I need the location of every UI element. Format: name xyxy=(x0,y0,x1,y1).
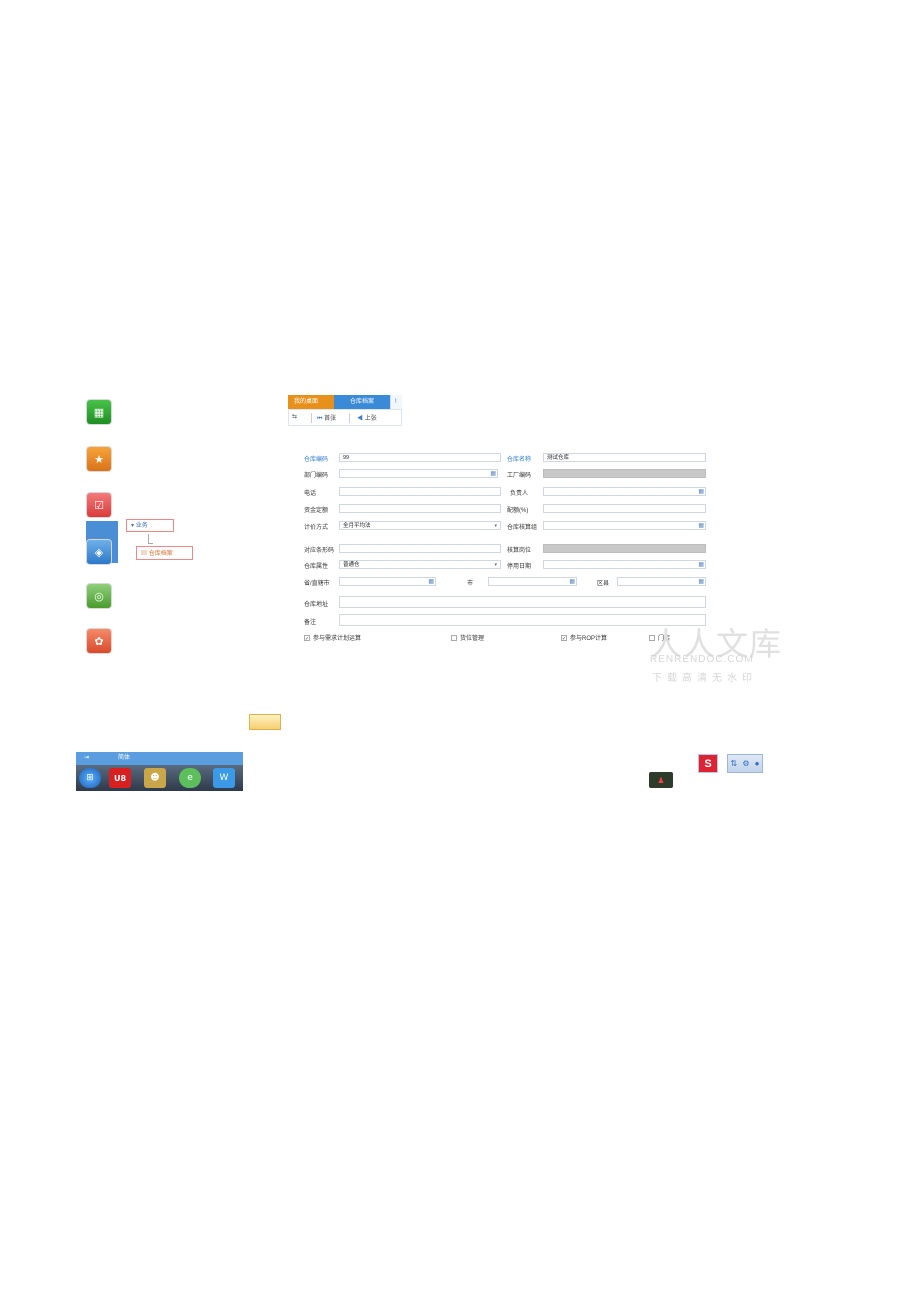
browser-icon[interactable]: ◎ xyxy=(87,584,111,608)
checkbox-checked-icon: ✓ xyxy=(304,635,310,643)
mrp-checkbox[interactable]: ✓ 参与需求计划运算 xyxy=(304,633,361,642)
fund-quota-label: 资金定额 xyxy=(304,508,329,514)
input-toolbar[interactable]: ⇅ ⚙ ● xyxy=(727,754,763,773)
checkbox-checked-icon: ✓ xyxy=(561,635,567,643)
dept-code-field[interactable]: ▦ xyxy=(339,469,498,478)
ratio-field[interactable] xyxy=(543,504,706,513)
chevron-down-icon: ▾ xyxy=(494,523,497,529)
dept-code-label: 部门编码 xyxy=(304,473,329,479)
browser-taskbar-icon[interactable]: e xyxy=(179,768,201,788)
tab-warehouse-archive[interactable]: 仓库档案 xyxy=(334,395,390,409)
calendar-icon[interactable]: ▦ xyxy=(698,561,704,568)
city-label: 市 xyxy=(467,581,474,587)
prev-icon: ◀ xyxy=(357,416,364,422)
qq-tray-icon[interactable]: ♟ xyxy=(649,772,673,788)
start-icon[interactable]: ⊞ xyxy=(79,768,101,788)
rop-checkbox[interactable]: ✓ 参与ROP计算 xyxy=(561,633,607,642)
first-record-button[interactable]: ⏮ 首张 xyxy=(317,413,336,423)
attr-label: 仓库属性 xyxy=(304,564,329,570)
location-mgmt-checkbox[interactable]: 货位管理 xyxy=(451,633,484,642)
chevron-down-icon: ▾ xyxy=(131,523,135,529)
wps-icon[interactable]: W xyxy=(213,768,235,788)
calendar-icon[interactable]: ▦ xyxy=(490,470,496,477)
pin-icon[interactable]: ⇥ xyxy=(84,752,89,765)
warehouse-code-label: 仓库编码 xyxy=(304,457,329,463)
province-label: 省/直辖市 xyxy=(304,581,330,587)
district-label: 区县 xyxy=(597,581,610,587)
qq-game-icon[interactable]: ☻ xyxy=(144,768,166,788)
valuation-select[interactable]: 全月平均法 ▾ xyxy=(339,521,501,530)
manager-field[interactable]: ▦ xyxy=(543,487,706,496)
accounting-group-field[interactable]: ▦ xyxy=(543,521,706,530)
tasks-icon[interactable]: ☑ xyxy=(87,493,111,517)
ratio-label: 配额(%) xyxy=(507,508,529,514)
post-label: 核算岗位 xyxy=(507,548,532,554)
document-icon: ▤ xyxy=(141,551,148,557)
settings-icon: ⚙ xyxy=(742,759,750,768)
calendar-icon[interactable]: ▦ xyxy=(698,522,704,529)
phone-label: 电话 xyxy=(304,491,317,497)
post-field xyxy=(543,544,706,553)
calendar-icon[interactable]: ▦ xyxy=(569,578,575,585)
valuation-label: 计价方式 xyxy=(304,525,329,531)
phone-field[interactable] xyxy=(339,487,501,496)
tree-group-business[interactable]: ▾ 业务 xyxy=(126,519,174,532)
barcode-field[interactable] xyxy=(339,544,501,553)
toolbar-divider xyxy=(311,413,312,423)
address-field[interactable] xyxy=(339,596,706,608)
tree-group-label: 业务 xyxy=(135,523,148,529)
watermark-domain: RENRENDOC.COM xyxy=(650,654,754,665)
factory-code-field xyxy=(543,469,706,478)
tab-more[interactable]: ! xyxy=(390,395,402,409)
tree-item-warehouse[interactable]: ▤ 仓库档案 xyxy=(136,546,193,560)
remark-label: 备注 xyxy=(304,620,317,626)
fund-quota-field[interactable] xyxy=(339,504,501,513)
barcode-label: 对应条形码 xyxy=(304,548,335,554)
tree-item-label: 仓库档案 xyxy=(148,551,173,557)
factory-code-label: 工厂编码 xyxy=(507,473,532,479)
chevron-down-icon: ▾ xyxy=(494,562,497,568)
business-icon[interactable]: ◈ xyxy=(87,540,111,564)
district-field[interactable]: ▦ xyxy=(617,577,706,586)
u8-icon[interactable]: U8 xyxy=(109,768,131,788)
city-field[interactable]: ▦ xyxy=(488,577,577,586)
disable-date-label: 停用日期 xyxy=(507,564,532,570)
tree-connector xyxy=(148,534,153,544)
accounting-group-label: 仓库核算组 xyxy=(507,525,538,531)
favorites-star-icon[interactable]: ★ xyxy=(87,447,111,471)
warehouse-name-field[interactable]: 测试仓库 xyxy=(543,453,706,462)
calendar-icon[interactable]: ▦ xyxy=(428,578,434,585)
province-field[interactable]: ▦ xyxy=(339,577,436,586)
taskbar-header: ⇥ 简体 xyxy=(76,752,243,765)
manager-label: 负责人 xyxy=(510,491,529,497)
microphone-icon: ● xyxy=(754,759,760,768)
calendar-icon[interactable]: ▦ xyxy=(698,578,704,585)
taskbar: ⊞ U8 ☻ e W xyxy=(76,765,243,791)
calendar-icon[interactable]: ▦ xyxy=(698,488,704,495)
prev-record-button[interactable]: ◀ 上张 xyxy=(357,413,377,422)
toolbar-switch-button[interactable]: ⇆ xyxy=(292,413,297,420)
apps-icon[interactable]: ✿ xyxy=(87,629,111,653)
sync-icon: ⇅ xyxy=(730,759,738,768)
warehouse-name-label: 仓库名称 xyxy=(507,457,532,463)
app-green-icon[interactable]: ▦ xyxy=(87,400,111,424)
sogou-input-icon[interactable]: S xyxy=(698,754,718,773)
toolbar: ⇆ ⏮ 首张 ◀ 上张 xyxy=(288,409,402,426)
toolbar-divider xyxy=(349,413,350,423)
first-icon: ⏮ xyxy=(317,416,323,422)
attr-select[interactable]: 普通仓 ▾ xyxy=(339,560,501,569)
checkbox-empty-icon xyxy=(451,635,457,642)
address-label: 仓库地址 xyxy=(304,602,329,608)
watermark-slogan: 下载高清无水印 xyxy=(652,673,757,684)
disable-date-field[interactable]: ▦ xyxy=(543,560,706,569)
warehouse-code-field[interactable]: 99 xyxy=(339,453,501,462)
highlight-button[interactable] xyxy=(249,714,281,730)
taskbar-title: 简体 xyxy=(118,755,131,761)
tab-my-desktop[interactable]: 我的桌面 xyxy=(288,395,334,409)
